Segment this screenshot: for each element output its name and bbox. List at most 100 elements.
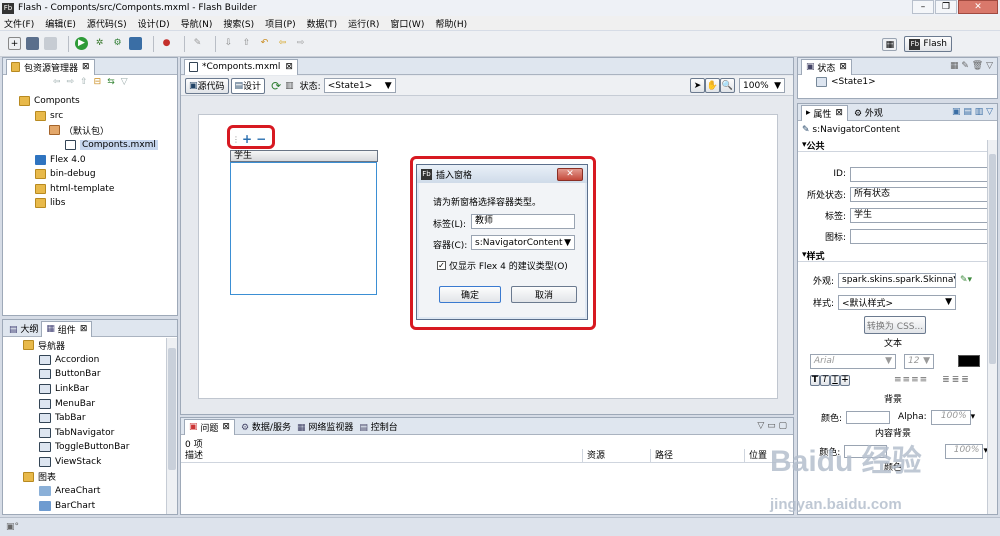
tab-states[interactable]: ▣ 状态 ⊠ <box>801 58 852 75</box>
bg-color-swatch[interactable] <box>846 410 890 424</box>
font-size-select[interactable]: 12 ▼ <box>904 353 934 369</box>
forward-icon[interactable]: ⇨ <box>67 77 75 87</box>
state-in-input[interactable]: 所有状态 <box>850 187 988 202</box>
prev-annotation-icon[interactable]: ⇧ <box>240 37 253 50</box>
link-editor-icon[interactable]: ⇆ <box>107 77 115 87</box>
collapse-all-icon[interactable]: ⊟ <box>94 77 102 87</box>
tree-item[interactable]: Flex 4.0 <box>3 152 177 167</box>
tree-item[interactable]: src <box>3 109 177 124</box>
navigator-tab-header[interactable]: 学生 <box>230 150 378 162</box>
list-item[interactable]: ButtonBar <box>3 367 165 382</box>
scroll-thumb[interactable] <box>989 154 996 364</box>
menu-search[interactable]: 搜索(S) <box>223 17 254 30</box>
menu-navigate[interactable]: 导航(N) <box>181 17 213 30</box>
debug-icon[interactable]: ✲ <box>93 37 106 50</box>
state-item[interactable]: <State1> <box>798 75 997 87</box>
menu-source[interactable]: 源代码(S) <box>87 17 127 30</box>
pane-label-input[interactable]: 教师 <box>471 214 575 229</box>
content-alpha-input[interactable]: 100% <box>944 443 984 459</box>
bg-alpha-input[interactable]: 100% <box>930 409 971 425</box>
export-icon[interactable] <box>129 37 142 50</box>
back-icon[interactable]: ⇦ <box>276 37 289 50</box>
state-select[interactable]: <State1> ▼ <box>323 78 396 93</box>
external-tools-icon[interactable]: ● <box>160 37 173 50</box>
list-item[interactable]: LinkBar <box>3 382 165 397</box>
section-common[interactable]: ▾ 公共 <box>798 139 997 152</box>
components-scrollbar[interactable] <box>166 338 177 514</box>
tab-components[interactable]: ▦ 组件 ⊠ <box>41 320 93 337</box>
tree-item[interactable]: html-template <box>3 182 177 197</box>
list-item[interactable]: TabNavigator <box>3 426 165 441</box>
flex4-filter-checkbox[interactable]: ✓ 仅显示 Flex 4 的建议类型(O) <box>437 259 568 272</box>
text-align-icons[interactable]: ≡≡≡≡ <box>894 375 928 385</box>
maximize-button[interactable]: ❐ <box>935 0 957 14</box>
pan-mode-icon[interactable]: ✋ <box>705 78 720 93</box>
menu-file[interactable]: 文件(F) <box>4 17 34 30</box>
view-mode-icons[interactable]: ▣ ▤ ▥ ▽ <box>952 107 993 117</box>
column-resource[interactable]: 资源 <box>583 448 651 463</box>
zoom-select[interactable]: 100% ▼ <box>739 78 785 93</box>
tab-outline[interactable]: ▤ 大纲 <box>6 322 41 335</box>
open-perspective-icon[interactable]: ▦ <box>882 37 898 51</box>
underline-button[interactable]: T <box>830 374 840 386</box>
tab-network-monitor[interactable]: ▦ 网络监视器 <box>297 420 353 433</box>
pencil-icon[interactable]: ✎ <box>191 37 204 50</box>
strikethrough-button[interactable]: T <box>840 374 850 386</box>
menu-design[interactable]: 设计(D) <box>138 17 170 30</box>
refresh-icon[interactable]: ⟳ <box>271 79 281 93</box>
skin-edit-icon[interactable]: ✎▾ <box>960 275 972 285</box>
list-item[interactable]: Accordion <box>3 353 165 368</box>
remove-pane-icon[interactable]: − <box>256 132 266 146</box>
zoom-mode-icon[interactable]: 🔍 <box>720 78 735 93</box>
drag-handle-icon[interactable]: ⋮ <box>232 135 240 144</box>
text-color-swatch[interactable] <box>958 355 980 367</box>
close-window-button[interactable]: ✕ <box>958 0 998 14</box>
design-mode-button[interactable]: ▤ 设计 <box>230 77 266 94</box>
cancel-button[interactable]: 取消 <box>511 286 577 303</box>
close-tab-icon[interactable]: ⊠ <box>222 422 230 432</box>
list-item[interactable]: BarChart <box>3 499 165 514</box>
tab-data-services[interactable]: ⚙ 数据/服务 <box>241 420 291 433</box>
dialog-close-button[interactable]: ✕ <box>557 167 583 181</box>
icon-input[interactable] <box>850 229 988 244</box>
forward-icon[interactable]: ⇨ <box>294 37 307 50</box>
menu-window[interactable]: 窗口(W) <box>390 17 424 30</box>
run-icon[interactable]: ▶ <box>75 37 88 50</box>
tab-problems[interactable]: ▣ 问题 ⊠ <box>184 418 235 435</box>
menu-help[interactable]: 帮助(H) <box>435 17 467 30</box>
tree-item[interactable]: bin-debug <box>3 167 177 182</box>
menu-edit[interactable]: 编辑(E) <box>45 17 76 30</box>
select-mode-icon[interactable]: ➤ <box>690 78 705 93</box>
print-icon[interactable] <box>44 37 57 50</box>
editor-tab[interactable]: *Componts.mxml ⊠ <box>184 58 298 75</box>
scroll-thumb[interactable] <box>168 348 176 470</box>
list-item[interactable]: MenuBar <box>3 396 165 411</box>
menu-run[interactable]: 运行(R) <box>348 17 379 30</box>
ok-button[interactable]: 确定 <box>439 286 501 303</box>
tree-item[interactable]: libs <box>3 196 177 211</box>
profile-icon[interactable]: ⚙ <box>111 37 124 50</box>
font-family-select[interactable]: Arial ▼ <box>810 353 896 369</box>
fast-view-icon[interactable]: ▣° <box>6 522 19 532</box>
package-explorer-tab[interactable]: 包资源管理器 ⊠ <box>6 58 95 75</box>
italic-button[interactable]: T <box>820 374 830 386</box>
properties-scrollbar[interactable] <box>987 140 997 514</box>
column-description[interactable]: 描述 <box>181 448 583 463</box>
tree-item[interactable]: （默认包） <box>3 123 177 138</box>
view-menu-icon[interactable]: ▽ ▭ ▢ <box>757 421 787 431</box>
close-tab-icon[interactable]: ⊠ <box>835 108 843 118</box>
view-menu-icon[interactable]: ▽ <box>121 77 128 87</box>
source-mode-button[interactable]: ▣ 源代码 <box>185 77 229 94</box>
tab-properties[interactable]: ▸ 属性 ⊠ <box>801 104 848 121</box>
close-tab-icon[interactable]: ⊠ <box>82 62 90 72</box>
new-icon[interactable]: + <box>8 37 21 50</box>
list-item[interactable]: TabBar <box>3 411 165 426</box>
text-justify-icons[interactable]: ≣≣≣ <box>942 375 971 385</box>
style-select[interactable]: <默认样式> ▼ <box>838 294 956 310</box>
close-tab-icon[interactable]: ⊠ <box>285 62 293 72</box>
tab-console[interactable]: ▤ 控制台 <box>359 420 397 433</box>
tree-item[interactable]: Componts.mxml <box>3 138 177 153</box>
add-pane-icon[interactable]: + <box>242 132 252 146</box>
skin-select[interactable]: spark.skins.spark.Skinna▼ <box>838 272 956 288</box>
flash-perspective-button[interactable]: Fb Flash <box>904 36 952 52</box>
